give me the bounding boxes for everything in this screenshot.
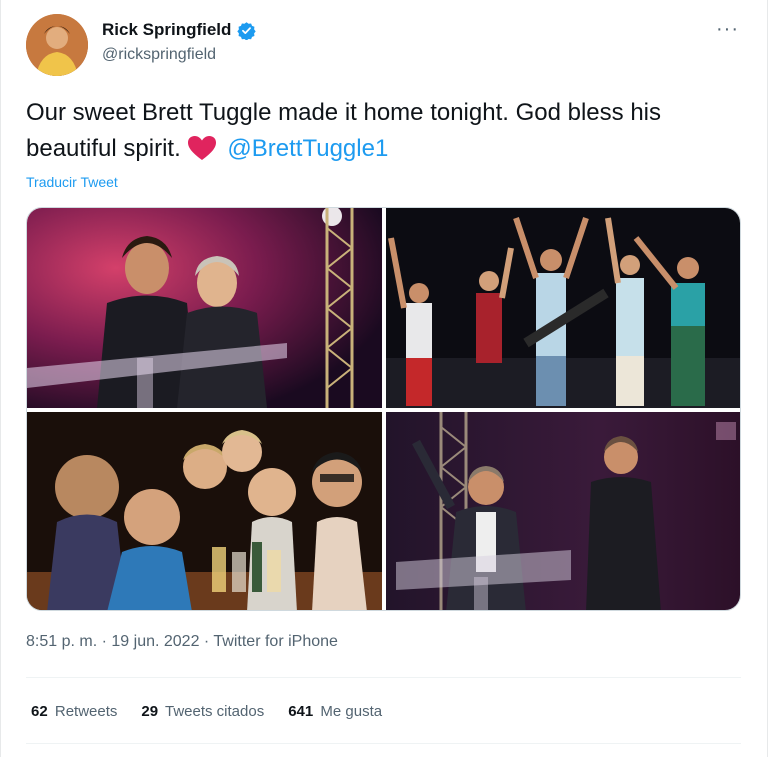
likes-stat[interactable]: 641 Me gusta bbox=[288, 703, 382, 720]
heart-icon bbox=[187, 135, 217, 161]
translate-tweet-link[interactable]: Traducir Tweet bbox=[26, 174, 118, 190]
tweet-time[interactable]: 8:51 p. m. bbox=[26, 633, 97, 650]
likes-label: Me gusta bbox=[320, 703, 383, 720]
quotes-stat[interactable]: 29 Tweets citados bbox=[141, 703, 264, 720]
divider bbox=[26, 677, 741, 678]
tweet-meta: 8:51 p. m. · 19 jun. 2022 · Twitter for … bbox=[26, 633, 338, 651]
avatar-image bbox=[26, 14, 88, 76]
author-name-row[interactable]: Rick Springfield bbox=[102, 20, 257, 41]
retweets-count: 62 bbox=[31, 703, 48, 720]
photo-1[interactable] bbox=[27, 208, 382, 408]
photo-2[interactable] bbox=[386, 208, 740, 408]
tweet-card: Rick Springfield @rickspringfield ··· Ou… bbox=[0, 0, 768, 757]
mention-link[interactable]: @BrettTuggle1 bbox=[227, 135, 388, 162]
user-avatar[interactable] bbox=[26, 14, 88, 76]
quotes-count: 29 bbox=[141, 703, 159, 720]
photo-4[interactable] bbox=[386, 412, 740, 610]
verified-badge-icon bbox=[237, 21, 257, 41]
engagement-stats: 62 Retweets 29 Tweets citados 641 Me gus… bbox=[31, 703, 382, 720]
display-name[interactable]: Rick Springfield bbox=[102, 20, 231, 40]
meta-separator: · bbox=[203, 633, 210, 650]
more-options-icon[interactable]: ··· bbox=[716, 18, 739, 41]
photo-3[interactable] bbox=[27, 412, 382, 610]
tweet-date[interactable]: 19 jun. 2022 bbox=[111, 633, 199, 650]
likes-count: 641 bbox=[288, 703, 314, 720]
tweet-text: Our sweet Brett Tuggle made it home toni… bbox=[26, 95, 726, 167]
tweet-source[interactable]: Twitter for iPhone bbox=[213, 633, 338, 650]
user-handle[interactable]: @rickspringfield bbox=[102, 46, 216, 64]
retweets-label: Retweets bbox=[54, 703, 118, 720]
media-grid bbox=[26, 207, 741, 611]
retweets-stat[interactable]: 62 Retweets bbox=[31, 703, 117, 720]
meta-separator: · bbox=[101, 633, 107, 650]
divider bbox=[26, 743, 741, 744]
quotes-label: Tweets citados bbox=[164, 703, 265, 720]
